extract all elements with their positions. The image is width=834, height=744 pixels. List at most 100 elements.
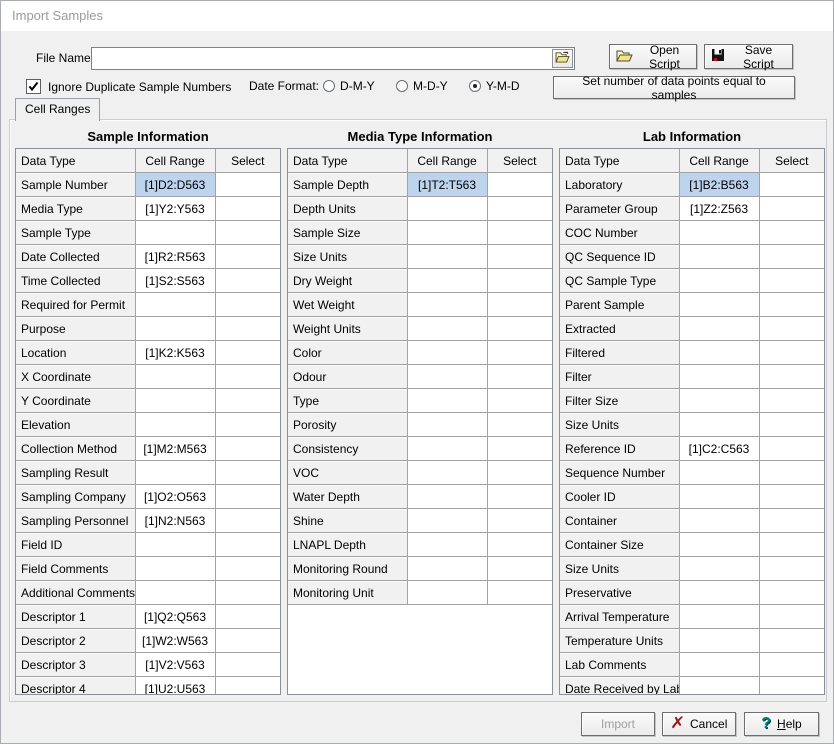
data-type-cell[interactable]: Sampling Company <box>16 485 135 509</box>
select-cell[interactable] <box>487 197 552 221</box>
cell-range-cell[interactable] <box>407 245 487 269</box>
cell-range-cell[interactable]: [1]D2:D563 <box>135 173 215 197</box>
data-type-cell[interactable]: Parent Sample <box>560 293 679 317</box>
select-cell[interactable] <box>759 197 824 221</box>
cell-range-cell[interactable]: [1]Z2:Z563 <box>679 197 759 221</box>
cell-range-cell[interactable] <box>679 269 759 293</box>
select-cell[interactable] <box>487 389 552 413</box>
select-cell[interactable] <box>215 509 280 533</box>
radio-y-m-d[interactable]: Y-M-D <box>469 79 531 93</box>
cell-range-cell[interactable]: [1]Q2:Q563 <box>135 605 215 629</box>
select-cell[interactable] <box>759 365 824 389</box>
data-type-cell[interactable]: Type <box>288 389 407 413</box>
data-type-cell[interactable]: Consistency <box>288 437 407 461</box>
select-cell[interactable] <box>215 365 280 389</box>
cell-range-cell[interactable]: [1]N2:N563 <box>135 509 215 533</box>
cell-range-cell[interactable] <box>407 485 487 509</box>
data-type-cell[interactable]: Additional Comments <box>16 581 135 605</box>
select-cell[interactable] <box>215 677 280 696</box>
cell-range-cell[interactable] <box>679 653 759 677</box>
data-type-cell[interactable]: Size Units <box>560 413 679 437</box>
data-type-cell[interactable]: Filtered <box>560 341 679 365</box>
cell-range-cell[interactable] <box>679 509 759 533</box>
select-cell[interactable] <box>487 581 552 605</box>
import-button[interactable]: Import <box>581 712 655 736</box>
select-cell[interactable] <box>759 269 824 293</box>
select-cell[interactable] <box>759 605 824 629</box>
select-cell[interactable] <box>215 533 280 557</box>
select-cell[interactable] <box>759 341 824 365</box>
data-type-cell[interactable]: QC Sequence ID <box>560 245 679 269</box>
select-cell[interactable] <box>759 677 824 696</box>
select-cell[interactable] <box>215 605 280 629</box>
select-cell[interactable] <box>759 293 824 317</box>
data-type-cell[interactable]: QC Sample Type <box>560 269 679 293</box>
data-type-cell[interactable]: X Coordinate <box>16 365 135 389</box>
cell-range-cell[interactable] <box>679 389 759 413</box>
cell-range-cell[interactable] <box>679 317 759 341</box>
select-cell[interactable] <box>759 629 824 653</box>
cell-range-cell[interactable] <box>407 437 487 461</box>
cell-range-cell[interactable] <box>679 365 759 389</box>
data-type-cell[interactable]: Lab Comments <box>560 653 679 677</box>
select-cell[interactable] <box>487 461 552 485</box>
cell-range-cell[interactable] <box>407 389 487 413</box>
select-cell[interactable] <box>759 533 824 557</box>
data-type-cell[interactable]: Preservative <box>560 581 679 605</box>
data-type-cell[interactable]: Descriptor 2 <box>16 629 135 653</box>
cell-range-cell[interactable]: [1]Y2:Y563 <box>135 197 215 221</box>
data-type-cell[interactable]: Sampling Personnel <box>16 509 135 533</box>
data-type-cell[interactable]: Required for Permit <box>16 293 135 317</box>
cell-range-cell[interactable] <box>407 197 487 221</box>
browse-button[interactable] <box>552 49 573 68</box>
select-cell[interactable] <box>759 437 824 461</box>
select-cell[interactable] <box>487 293 552 317</box>
cancel-button[interactable]: ✗ Cancel <box>662 712 736 736</box>
select-cell[interactable] <box>487 221 552 245</box>
select-cell[interactable] <box>759 389 824 413</box>
cell-range-cell[interactable]: [1]V2:V563 <box>135 653 215 677</box>
data-type-cell[interactable]: Field Comments <box>16 557 135 581</box>
ignore-duplicates-checkbox[interactable]: Ignore Duplicate Sample Numbers <box>26 79 231 94</box>
open-script-button[interactable]: Open Script <box>609 44 697 69</box>
cell-range-cell[interactable] <box>679 413 759 437</box>
select-cell[interactable] <box>487 245 552 269</box>
data-type-cell[interactable]: VOC <box>288 461 407 485</box>
select-cell[interactable] <box>487 509 552 533</box>
cell-range-cell[interactable]: [1]M2:M563 <box>135 437 215 461</box>
cell-range-cell[interactable] <box>135 317 215 341</box>
select-cell[interactable] <box>759 221 824 245</box>
select-cell[interactable] <box>487 413 552 437</box>
cell-range-cell[interactable] <box>135 389 215 413</box>
select-cell[interactable] <box>759 485 824 509</box>
radio-d-m-y[interactable]: D-M-Y <box>323 79 385 93</box>
data-type-cell[interactable]: Filter <box>560 365 679 389</box>
data-type-cell[interactable]: Elevation <box>16 413 135 437</box>
cell-range-cell[interactable] <box>679 341 759 365</box>
data-type-cell[interactable]: Weight Units <box>288 317 407 341</box>
data-type-cell[interactable]: Odour <box>288 365 407 389</box>
data-type-cell[interactable]: Depth Units <box>288 197 407 221</box>
data-type-cell[interactable]: Time Collected <box>16 269 135 293</box>
cell-range-cell[interactable] <box>407 221 487 245</box>
select-cell[interactable] <box>759 461 824 485</box>
cell-range-cell[interactable] <box>679 605 759 629</box>
data-type-cell[interactable]: Filter Size <box>560 389 679 413</box>
select-cell[interactable] <box>215 245 280 269</box>
cell-range-cell[interactable]: [1]C2:C563 <box>679 437 759 461</box>
select-cell[interactable] <box>215 293 280 317</box>
cell-range-cell[interactable]: [1]K2:K563 <box>135 341 215 365</box>
select-cell[interactable] <box>487 437 552 461</box>
data-type-cell[interactable]: Water Depth <box>288 485 407 509</box>
cell-range-cell[interactable] <box>407 461 487 485</box>
select-cell[interactable] <box>759 173 824 197</box>
data-type-cell[interactable]: Field ID <box>16 533 135 557</box>
cell-range-cell[interactable] <box>407 581 487 605</box>
cell-range-cell[interactable] <box>679 221 759 245</box>
cell-range-cell[interactable] <box>407 293 487 317</box>
data-type-cell[interactable]: Sequence Number <box>560 461 679 485</box>
data-type-cell[interactable]: Sample Type <box>16 221 135 245</box>
data-type-cell[interactable]: Reference ID <box>560 437 679 461</box>
cell-range-cell[interactable] <box>679 533 759 557</box>
cell-range-cell[interactable] <box>135 293 215 317</box>
